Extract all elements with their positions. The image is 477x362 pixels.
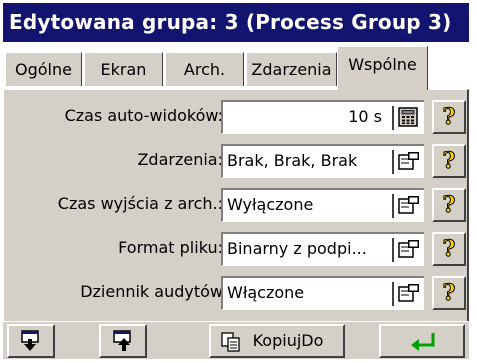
field-value: 10 s	[348, 107, 382, 126]
divider	[392, 106, 394, 130]
upload-button[interactable]	[99, 324, 147, 358]
file-format-field[interactable]: Binarny z podpi...	[221, 232, 388, 266]
help-button[interactable]: ?	[432, 232, 466, 266]
settings-panel: Czas auto-widoków: 10 s ? Zdarzenia: Bra…	[3, 89, 469, 321]
edit-dialog-icon	[398, 196, 419, 214]
copy-to-label: KopiujDo	[252, 331, 324, 350]
edit-dialog-button[interactable]	[388, 232, 424, 266]
setting-label: Czas auto-widoków:	[64, 106, 223, 125]
edit-dialog-button[interactable]	[388, 144, 424, 178]
setting-row-events: Zdarzenia: Brak, Brak, Brak ?	[4, 140, 470, 180]
calculator-icon	[398, 107, 418, 127]
help-icon: ?	[442, 148, 456, 175]
setting-row-file-format: Format pliku: Binarny z podpi... ?	[4, 228, 470, 268]
setting-label: Czas wyjścia z arch.:	[57, 194, 223, 213]
copy-to-button[interactable]: KopiujDo	[209, 324, 345, 358]
field-value: Włączone	[227, 283, 305, 302]
download-button[interactable]	[7, 324, 55, 358]
copy-icon	[221, 332, 240, 352]
help-button[interactable]: ?	[432, 144, 466, 178]
help-icon: ?	[442, 104, 456, 131]
calculator-button[interactable]	[388, 100, 424, 134]
bottom-toolbar: KopiujDo	[3, 321, 469, 359]
setting-row-archive-exit-time: Czas wyjścia z arch.: Wyłączone ?	[4, 184, 470, 224]
tab-screen[interactable]: Ekran	[84, 52, 163, 86]
help-icon: ?	[442, 280, 456, 307]
audit-log-field[interactable]: Włączone	[221, 276, 388, 310]
field-value: Wyłączone	[227, 195, 314, 214]
edit-dialog-button[interactable]	[388, 188, 424, 222]
help-icon: ?	[442, 236, 456, 263]
field-value: Brak, Brak, Brak	[227, 151, 358, 170]
divider	[392, 150, 394, 174]
download-icon	[21, 330, 39, 351]
edit-dialog-icon	[398, 284, 419, 302]
tab-general[interactable]: Ogólne	[5, 52, 82, 86]
tab-strip: Ogólne Ekran Arch. Zdarzenia Wspólne	[3, 44, 469, 90]
help-button[interactable]: ?	[432, 100, 466, 134]
edit-dialog-icon	[398, 240, 419, 258]
edit-dialog-button[interactable]	[388, 276, 424, 310]
auto-view-time-field[interactable]: 10 s	[221, 100, 388, 134]
enter-button[interactable]	[379, 324, 465, 358]
enter-icon	[411, 333, 435, 351]
tab-common[interactable]: Wspólne	[337, 46, 428, 90]
divider	[392, 194, 394, 218]
divider	[392, 238, 394, 262]
archive-exit-time-field[interactable]: Wyłączone	[221, 188, 388, 222]
setting-label: Zdarzenia:	[137, 150, 223, 169]
setting-row-auto-view-time: Czas auto-widoków: 10 s ?	[4, 96, 470, 136]
setting-label: Dziennik audytów	[80, 282, 223, 301]
tab-archive[interactable]: Arch.	[165, 52, 244, 86]
setting-row-audit-log: Dziennik audytów Włączone ?	[4, 272, 470, 312]
help-button[interactable]: ?	[432, 276, 466, 310]
field-value: Binarny z podpi...	[227, 239, 367, 258]
divider	[392, 282, 394, 306]
window-title: Edytowana grupa: 3 (Process Group 3)	[3, 3, 469, 42]
help-icon: ?	[442, 192, 456, 219]
tab-events[interactable]: Zdarzenia	[246, 52, 337, 86]
help-button[interactable]: ?	[432, 188, 466, 222]
setting-label: Format pliku:	[118, 238, 223, 257]
upload-icon	[113, 330, 131, 351]
dialog-window: Edytowana grupa: 3 (Process Group 3) Ogó…	[0, 0, 477, 362]
events-field[interactable]: Brak, Brak, Brak	[221, 144, 388, 178]
edit-dialog-icon	[398, 152, 419, 170]
